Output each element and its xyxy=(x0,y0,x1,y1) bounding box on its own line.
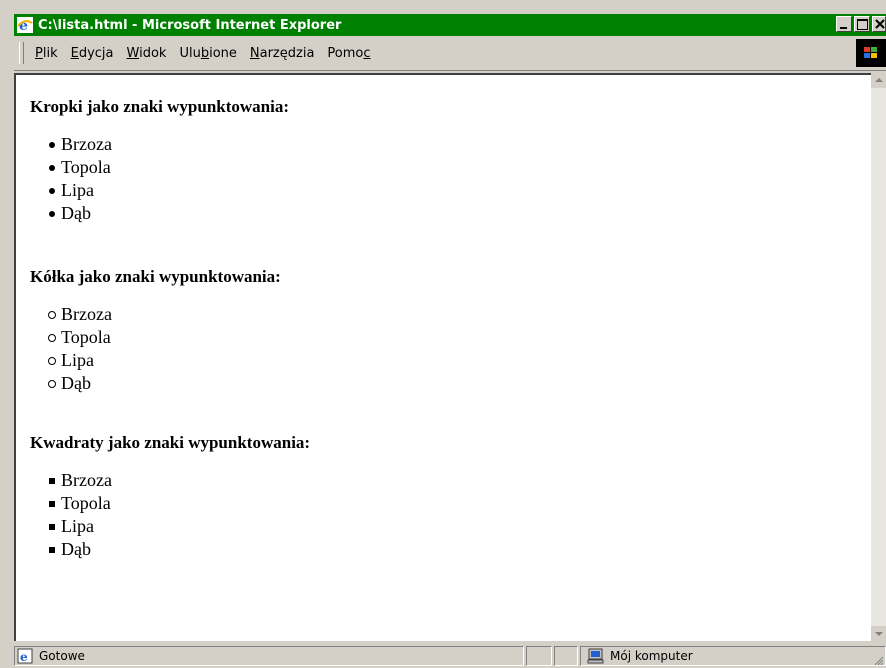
security-zone-pane: Mój komputer xyxy=(580,646,886,666)
page-icon: e xyxy=(17,648,33,664)
list-item-text: Brzoza xyxy=(61,134,112,154)
list-item: Lipa xyxy=(30,515,112,538)
disc-bullet-icon xyxy=(30,179,60,202)
bullet-list-square: Brzoza Topola Lipa Dąb xyxy=(30,469,112,561)
bullet-list-disc: Brzoza Topola Lipa Dąb xyxy=(30,133,112,225)
scroll-down-arrow-icon[interactable] xyxy=(871,626,886,641)
list-item-text: Brzoza xyxy=(61,304,112,324)
status-pane-security xyxy=(554,646,578,666)
list-item: Lipa xyxy=(30,349,112,372)
list-item-text: Topola xyxy=(61,327,111,347)
internet-explorer-icon: e xyxy=(17,17,33,33)
bullet-list-circle: Brzoza Topola Lipa Dąb xyxy=(30,303,112,395)
maximize-icon xyxy=(857,19,868,30)
square-bullet-icon xyxy=(30,515,60,538)
disc-bullet-icon xyxy=(30,156,60,179)
title-bar[interactable]: e C:\lista.html - Microsoft Internet Exp… xyxy=(14,14,886,36)
list-item-text: Dąb xyxy=(61,539,91,559)
circle-bullet-icon xyxy=(30,349,60,372)
vertical-scrollbar[interactable] xyxy=(871,73,886,641)
menu-bar: Plik Edycja Widok Ulubione Narzędzia Pomoc xyxy=(14,36,886,71)
list-item-text: Brzoza xyxy=(61,470,112,490)
list-item: Brzoza xyxy=(30,469,112,492)
minimize-icon xyxy=(840,27,847,29)
close-button[interactable] xyxy=(872,16,886,32)
list-item-text: Dąb xyxy=(61,203,91,223)
list-item: Dąb xyxy=(30,538,112,561)
toolbar-grip[interactable] xyxy=(19,42,24,64)
square-bullet-icon xyxy=(30,538,60,561)
menu-0[interactable]: Plik xyxy=(35,46,58,61)
resize-grip-icon[interactable] xyxy=(874,656,884,666)
disc-bullet-icon xyxy=(30,133,60,156)
menu-5[interactable]: Pomoc xyxy=(327,46,370,61)
svg-text:e: e xyxy=(20,650,28,664)
list-item-text: Lipa xyxy=(61,350,94,370)
list-item: Brzoza xyxy=(30,133,112,156)
section-heading: Kółka jako znaki wypunktowania: xyxy=(30,267,281,286)
section-heading: Kropki jako znaki wypunktowania: xyxy=(30,97,290,116)
square-bullet-icon xyxy=(30,492,60,515)
page-content: Kropki jako znaki wypunktowania: Brzoza To… xyxy=(14,73,871,641)
menu-3[interactable]: Ulubione xyxy=(179,46,236,61)
list-item: Brzoza xyxy=(30,303,112,326)
list-item: Topola xyxy=(30,156,112,179)
zone-label: Mój komputer xyxy=(610,649,693,663)
list-item: Dąb xyxy=(30,202,112,225)
circle-bullet-icon xyxy=(30,303,60,326)
status-text: Gotowe xyxy=(39,649,85,663)
menu-items: Plik Edycja Widok Ulubione Narzędzia Pomoc xyxy=(35,36,371,70)
scroll-up-arrow-icon[interactable] xyxy=(871,73,886,88)
maximize-button[interactable] xyxy=(854,16,870,32)
status-pane-progress xyxy=(526,646,552,666)
section-heading: Kwadraty jako znaki wypunktowania: xyxy=(30,433,311,452)
circle-bullet-icon xyxy=(30,372,60,395)
list-item-text: Lipa xyxy=(61,516,94,536)
menu-1[interactable]: Edycja xyxy=(71,46,114,61)
square-bullet-icon xyxy=(30,469,60,492)
windows-logo-icon xyxy=(856,39,886,67)
status-bar: e Gotowe Mój komputer xyxy=(14,643,886,668)
list-item-text: Dąb xyxy=(61,373,91,393)
list-item: Topola xyxy=(30,492,112,515)
browser-window: e C:\lista.html - Microsoft Internet Exp… xyxy=(0,0,886,668)
minimize-button[interactable] xyxy=(836,16,852,32)
list-item: Dąb xyxy=(30,372,112,395)
list-item-text: Lipa xyxy=(61,180,94,200)
status-text-pane: e Gotowe xyxy=(14,646,524,666)
menu-4[interactable]: Narzędzia xyxy=(250,46,315,61)
circle-bullet-icon xyxy=(30,326,60,349)
close-icon xyxy=(875,19,885,29)
list-item: Topola xyxy=(30,326,112,349)
list-item-text: Topola xyxy=(61,157,111,177)
computer-icon xyxy=(587,648,604,664)
disc-bullet-icon xyxy=(30,202,60,225)
list-item: Lipa xyxy=(30,179,112,202)
window-title: C:\lista.html - Microsoft Internet Explo… xyxy=(38,17,342,33)
menu-2[interactable]: Widok xyxy=(127,46,167,61)
list-item-text: Topola xyxy=(61,493,111,513)
